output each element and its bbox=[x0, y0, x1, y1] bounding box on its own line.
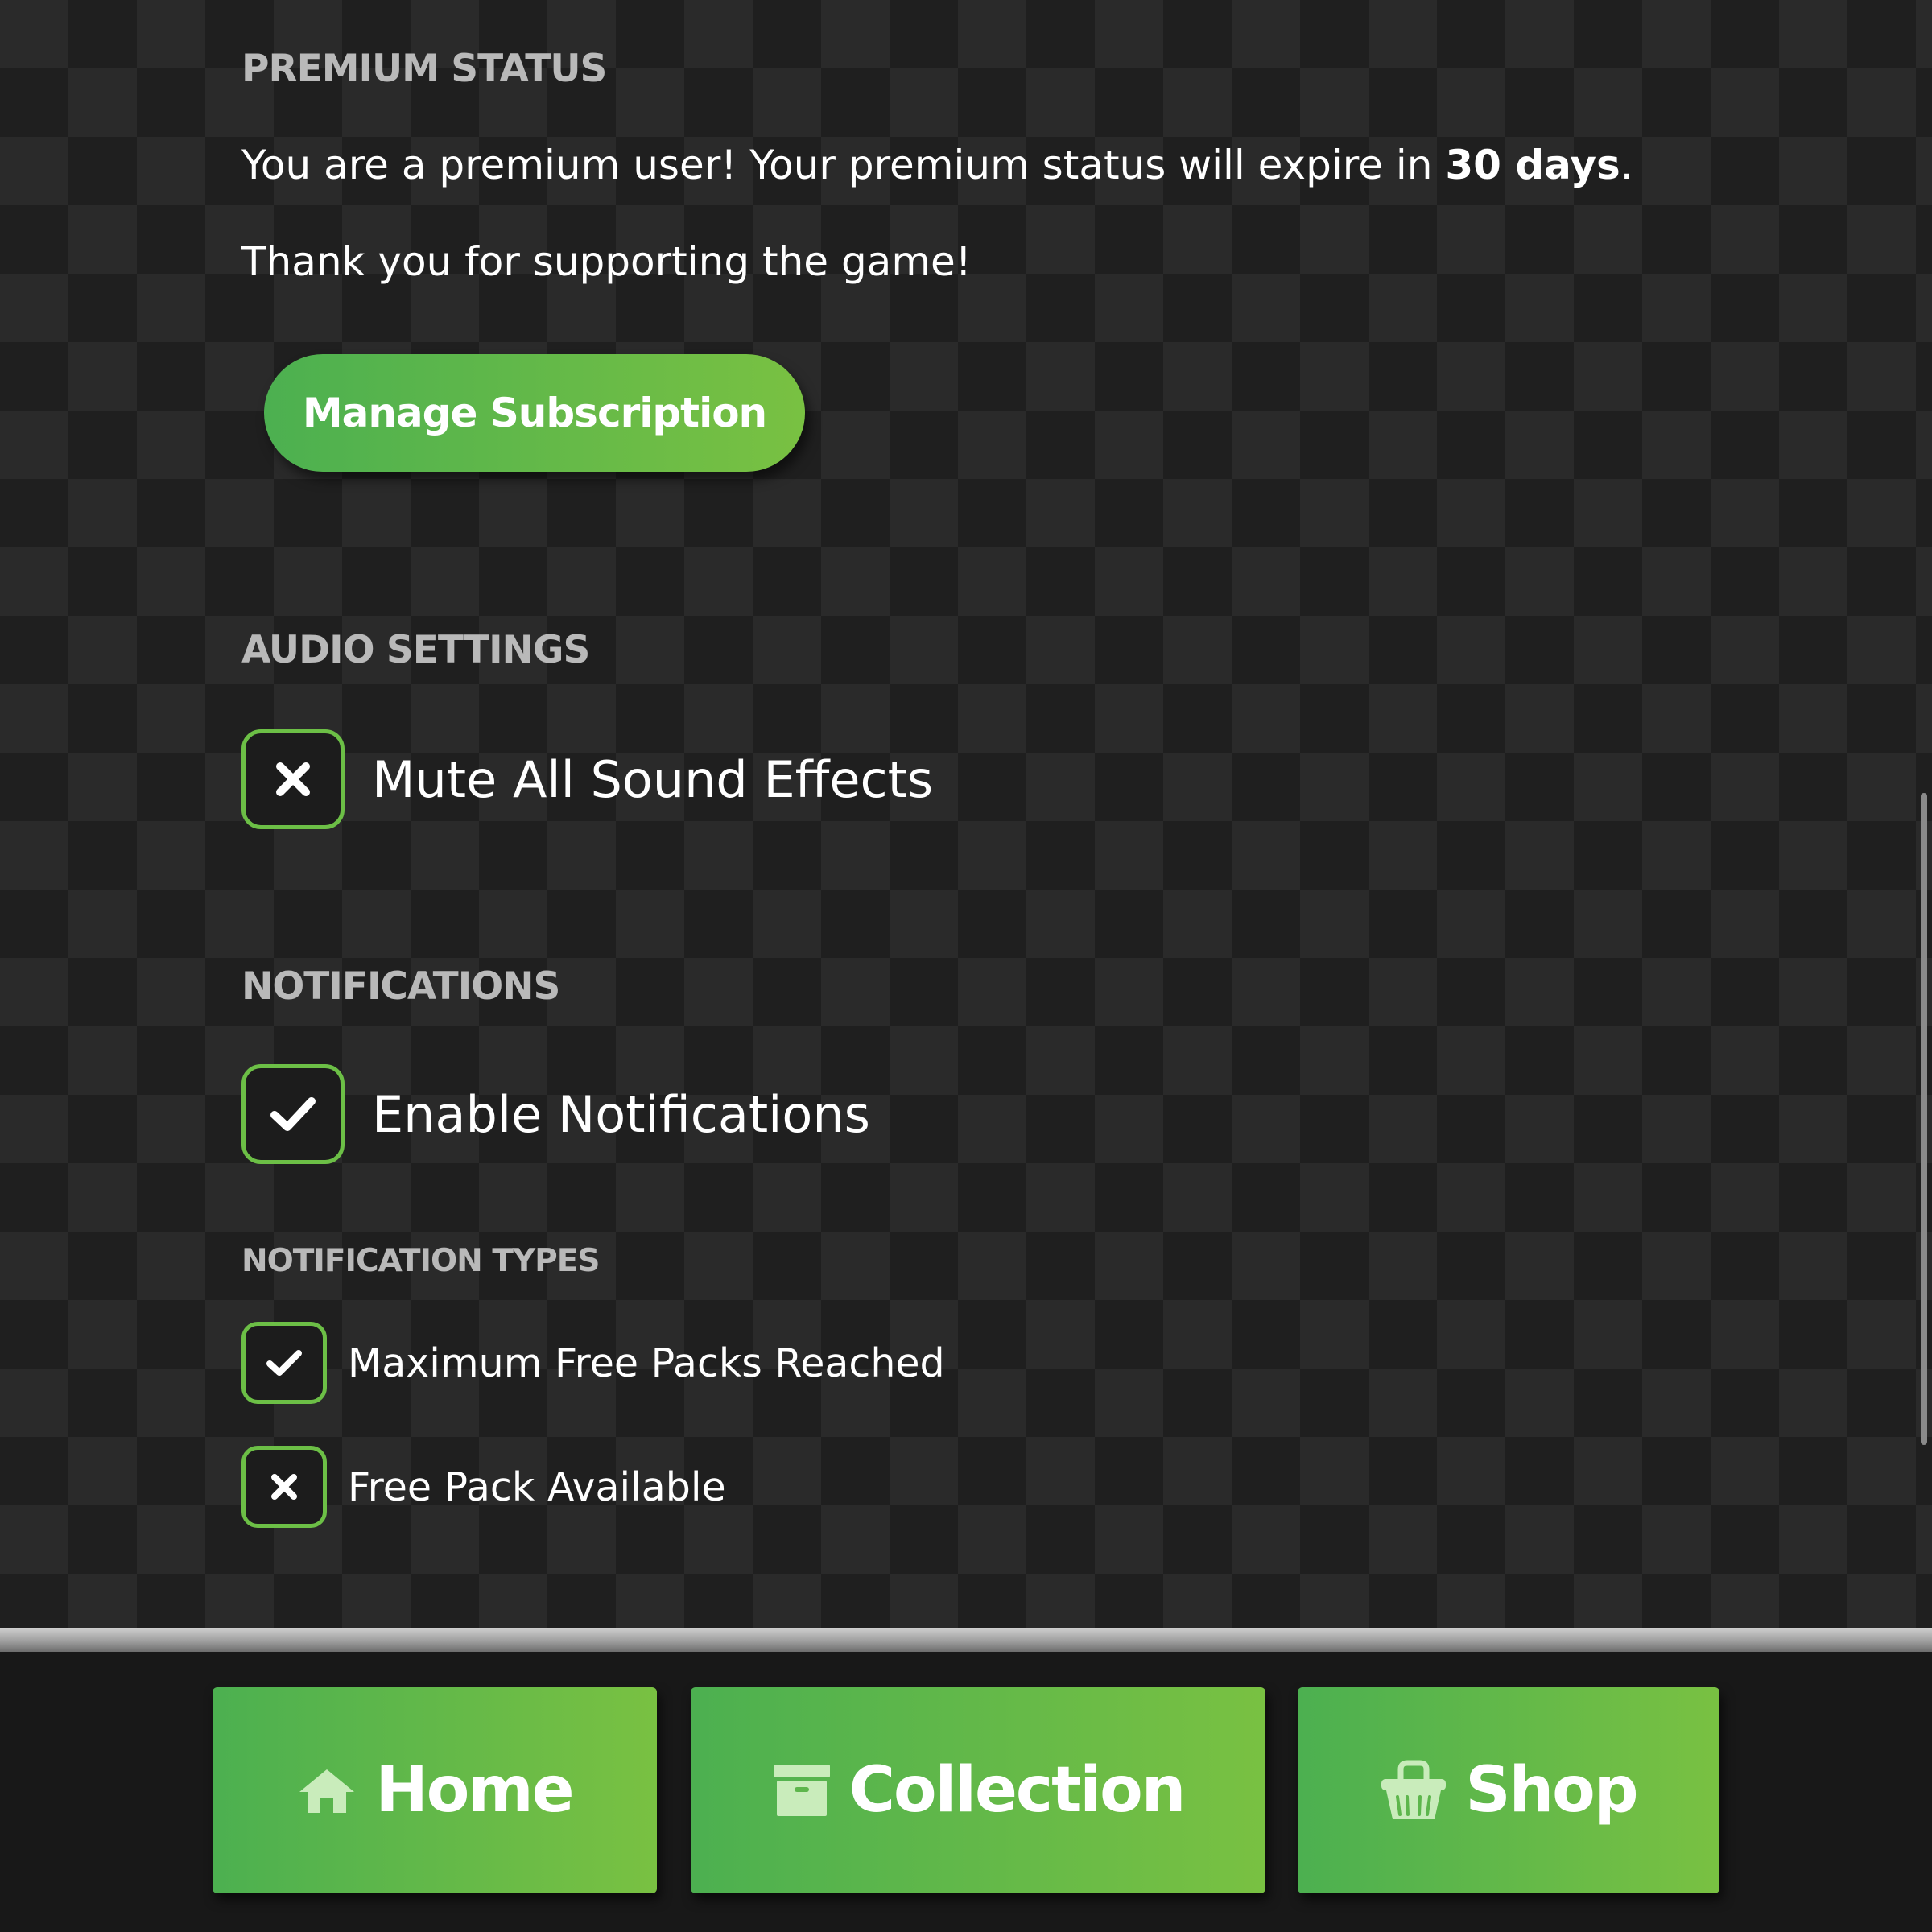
shop-nav-button[interactable]: Shop bbox=[1298, 1687, 1719, 1893]
premium-days-remaining: 30 days bbox=[1445, 142, 1620, 188]
premium-message-prefix: You are a premium user! Your premium sta… bbox=[242, 142, 1446, 188]
x-mark-icon bbox=[276, 762, 310, 796]
settings-content: PREMIUM STATUS You are a premium user! Y… bbox=[0, 0, 1932, 1628]
premium-message-suffix: . bbox=[1620, 142, 1633, 188]
shop-nav-label: Shop bbox=[1465, 1754, 1638, 1827]
checkmark-icon bbox=[270, 1097, 316, 1131]
notification-type-item-max-free-packs[interactable]: Maximum Free Packs Reached bbox=[242, 1322, 945, 1404]
collection-nav-button[interactable]: Collection bbox=[691, 1687, 1265, 1893]
premium-thanks-text: Thank you for supporting the game! bbox=[242, 238, 972, 285]
max-free-packs-checkbox[interactable] bbox=[242, 1322, 327, 1404]
bottom-bar-divider bbox=[0, 1628, 1932, 1652]
notification-type-item-free-pack-available[interactable]: Free Pack Available bbox=[242, 1446, 726, 1528]
premium-status-title: PREMIUM STATUS bbox=[242, 47, 607, 91]
free-pack-available-label: Free Pack Available bbox=[348, 1463, 726, 1510]
enable-notifications-label: Enable Notifications bbox=[372, 1084, 870, 1144]
free-pack-available-checkbox[interactable] bbox=[242, 1446, 327, 1528]
mute-sound-effects-option[interactable]: Mute All Sound Effects bbox=[242, 729, 933, 829]
audio-settings-title: AUDIO SETTINGS bbox=[242, 628, 590, 672]
archive-box-icon bbox=[772, 1761, 832, 1819]
checkmark-icon bbox=[266, 1350, 302, 1376]
home-icon bbox=[296, 1765, 357, 1816]
mute-sound-effects-label: Mute All Sound Effects bbox=[372, 749, 934, 809]
notification-types-title: NOTIFICATION TYPES bbox=[242, 1243, 600, 1279]
enable-notifications-checkbox[interactable] bbox=[242, 1064, 345, 1164]
manage-subscription-button[interactable]: Manage Subscription bbox=[264, 354, 805, 472]
collection-nav-label: Collection bbox=[848, 1754, 1187, 1827]
home-nav-label: Home bbox=[375, 1754, 574, 1827]
max-free-packs-label: Maximum Free Packs Reached bbox=[348, 1340, 945, 1386]
x-mark-icon bbox=[271, 1474, 297, 1500]
scrollbar[interactable] bbox=[1921, 793, 1927, 1445]
notifications-title: NOTIFICATIONS bbox=[242, 964, 560, 1009]
home-nav-button[interactable]: Home bbox=[213, 1687, 657, 1893]
mute-sound-effects-checkbox[interactable] bbox=[242, 729, 345, 829]
shopping-basket-icon bbox=[1380, 1758, 1447, 1823]
enable-notifications-option[interactable]: Enable Notifications bbox=[242, 1064, 870, 1164]
premium-status-message: You are a premium user! Your premium sta… bbox=[242, 142, 1633, 188]
